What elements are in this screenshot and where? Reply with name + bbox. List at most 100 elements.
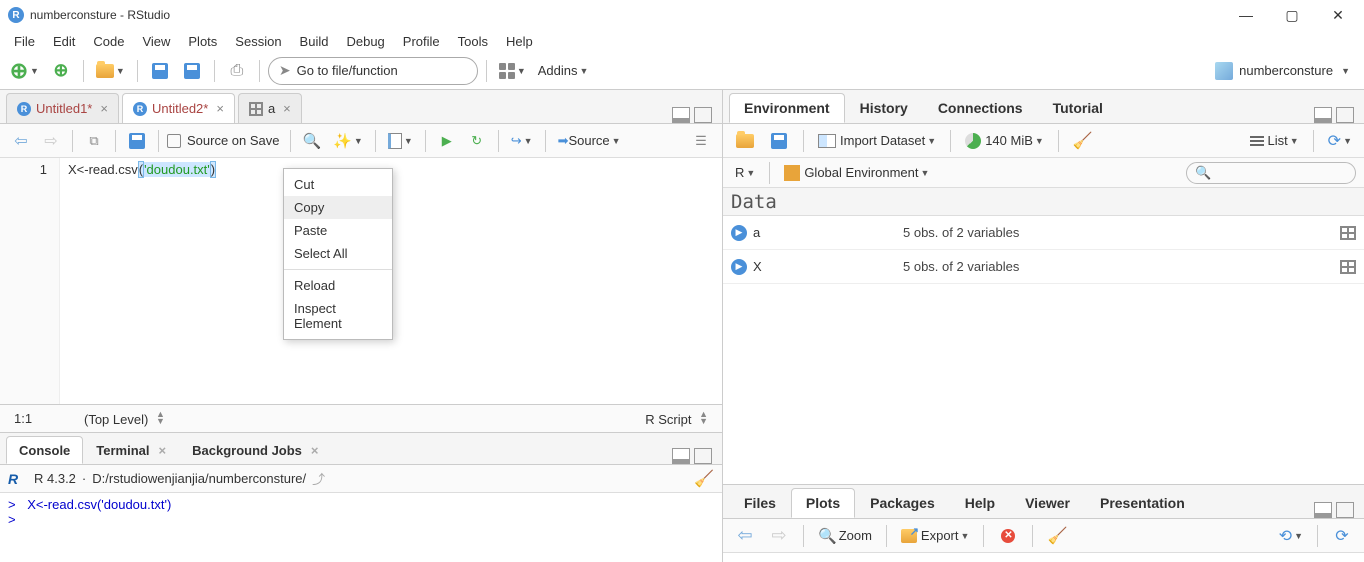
expand-icon[interactable]: ▶	[731, 259, 747, 275]
show-in-new-window-button[interactable]: ⧉	[81, 128, 107, 154]
tab-packages[interactable]: Packages	[855, 488, 950, 518]
tab-environment[interactable]: Environment	[729, 93, 845, 123]
tab-untitled2[interactable]: R Untitled2* ×	[122, 93, 235, 123]
plot-forward-button[interactable]: ⇨	[765, 522, 793, 550]
menu-paste[interactable]: Paste	[284, 219, 392, 242]
clear-plots-button[interactable]: 🧹	[1043, 522, 1071, 550]
maximize-button[interactable]: ▢	[1278, 7, 1306, 24]
console-body[interactable]: > X<-read.csv('doudou.txt') >	[0, 493, 722, 562]
load-workspace-button[interactable]	[731, 127, 759, 155]
minimize-pane-icon[interactable]	[1314, 107, 1332, 123]
refresh-plots-button[interactable]: ⟳	[1328, 522, 1356, 550]
menu-plots[interactable]: Plots	[180, 32, 225, 51]
tab-tutorial[interactable]: Tutorial	[1038, 93, 1118, 123]
environment-scope-button[interactable]: Global Environment▼	[780, 159, 933, 187]
back-button[interactable]: ⇦	[8, 128, 34, 154]
expand-icon[interactable]: ▶	[731, 225, 747, 241]
find-button[interactable]: 🔍	[299, 128, 326, 154]
close-icon[interactable]: ×	[159, 443, 167, 458]
close-tab-icon[interactable]: ×	[100, 101, 108, 116]
clear-console-icon[interactable]: 🧹	[694, 469, 714, 489]
tab-terminal[interactable]: Terminal×	[83, 436, 179, 464]
tab-connections[interactable]: Connections	[923, 93, 1038, 123]
clear-env-button[interactable]: 🧹	[1069, 127, 1097, 155]
new-project-button[interactable]: ⊕	[47, 57, 75, 85]
tab-untitled1[interactable]: R Untitled1* ×	[6, 93, 119, 123]
env-row-x[interactable]: ▶ X 5 obs. of 2 variables	[723, 250, 1364, 284]
menu-profile[interactable]: Profile	[395, 32, 448, 51]
language-button[interactable]: R▼	[731, 159, 759, 187]
refresh-env-button[interactable]: ⟳▼	[1324, 127, 1356, 155]
wd-popout-icon[interactable]: ⤴	[312, 469, 325, 488]
code-editor[interactable]: 1 X<-read.csv('doudou.txt') Cut Copy Pas…	[0, 158, 722, 404]
tab-viewer[interactable]: Viewer	[1010, 488, 1085, 518]
tab-console[interactable]: Console	[6, 436, 83, 464]
view-table-icon[interactable]	[1340, 226, 1356, 240]
tab-plots[interactable]: Plots	[791, 488, 855, 518]
source-button[interactable]: ➡Source▼	[554, 128, 625, 154]
tab-background-jobs[interactable]: Background Jobs×	[179, 436, 331, 464]
save-all-button[interactable]	[178, 57, 206, 85]
wand-button[interactable]: ✨▼	[329, 128, 367, 154]
plot-back-button[interactable]: ⇦	[731, 522, 759, 550]
outline-button[interactable]: ☰	[688, 128, 714, 154]
project-selector[interactable]: numberconsture ▼	[1207, 62, 1358, 80]
menu-copy[interactable]: Copy	[284, 196, 392, 219]
close-icon[interactable]: ×	[311, 443, 319, 458]
import-dataset-button[interactable]: Import Dataset▼	[814, 127, 940, 155]
code-area[interactable]: X<-read.csv('doudou.txt') Cut Copy Paste…	[60, 158, 722, 404]
remove-plot-button[interactable]: ✕	[994, 522, 1022, 550]
tab-history[interactable]: History	[845, 93, 923, 123]
print-button[interactable]: ⎙	[223, 57, 251, 85]
env-row-a[interactable]: ▶ a 5 obs. of 2 variables	[723, 216, 1364, 250]
close-tab-icon[interactable]: ×	[283, 101, 291, 116]
save-workspace-button[interactable]	[765, 127, 793, 155]
tab-files[interactable]: Files	[729, 488, 791, 518]
env-search-input[interactable]: 🔍	[1186, 162, 1356, 184]
menu-inspect[interactable]: Inspect Element	[284, 297, 392, 335]
close-tab-icon[interactable]: ×	[216, 101, 224, 116]
addins-button[interactable]: Addins▼	[534, 57, 593, 85]
zoom-button[interactable]: 🔍Zoom	[814, 522, 876, 550]
tab-help[interactable]: Help	[950, 488, 1010, 518]
language-selector[interactable]: R Script ▲▼	[645, 411, 708, 427]
tab-a[interactable]: a ×	[238, 93, 302, 123]
view-mode-button[interactable]: List▼	[1246, 127, 1303, 155]
minimize-pane-icon[interactable]	[672, 448, 690, 464]
publish-button[interactable]: ⟲▼	[1275, 522, 1307, 550]
menu-file[interactable]: File	[6, 32, 43, 51]
menu-debug[interactable]: Debug	[338, 32, 392, 51]
go-to-section-button[interactable]: ↪▼	[507, 128, 537, 154]
menu-session[interactable]: Session	[227, 32, 289, 51]
menu-select-all[interactable]: Select All	[284, 242, 392, 265]
source-on-save-checkbox[interactable]	[167, 134, 181, 148]
minimize-pane-icon[interactable]	[1314, 502, 1332, 518]
new-file-button[interactable]: ⊕▼	[6, 57, 43, 85]
minimize-pane-icon[interactable]	[672, 107, 690, 123]
menu-tools[interactable]: Tools	[450, 32, 496, 51]
view-table-icon[interactable]	[1340, 260, 1356, 274]
scope-selector[interactable]: (Top Level) ▲▼	[84, 411, 645, 427]
maximize-pane-icon[interactable]	[694, 448, 712, 464]
maximize-pane-icon[interactable]	[1336, 107, 1354, 123]
save-button[interactable]	[146, 57, 174, 85]
memory-usage-button[interactable]: 140 MiB▼	[961, 127, 1048, 155]
run-button[interactable]: ▶	[434, 128, 460, 154]
menu-reload[interactable]: Reload	[284, 274, 392, 297]
menu-edit[interactable]: Edit	[45, 32, 83, 51]
compile-report-button[interactable]: ▼	[384, 128, 417, 154]
menu-help[interactable]: Help	[498, 32, 541, 51]
menu-view[interactable]: View	[134, 32, 178, 51]
maximize-pane-icon[interactable]	[694, 107, 712, 123]
minimize-button[interactable]: —	[1232, 7, 1260, 24]
menu-build[interactable]: Build	[292, 32, 337, 51]
rerun-button[interactable]: ↻	[464, 128, 490, 154]
open-file-button[interactable]: ▼	[92, 57, 129, 85]
panes-button[interactable]: ▼	[495, 57, 530, 85]
close-button[interactable]: ✕	[1324, 7, 1352, 24]
goto-file-input[interactable]: ➤ Go to file/function	[268, 57, 478, 85]
export-button[interactable]: Export▼	[897, 522, 974, 550]
tab-presentation[interactable]: Presentation	[1085, 488, 1200, 518]
menu-cut[interactable]: Cut	[284, 173, 392, 196]
menu-code[interactable]: Code	[85, 32, 132, 51]
